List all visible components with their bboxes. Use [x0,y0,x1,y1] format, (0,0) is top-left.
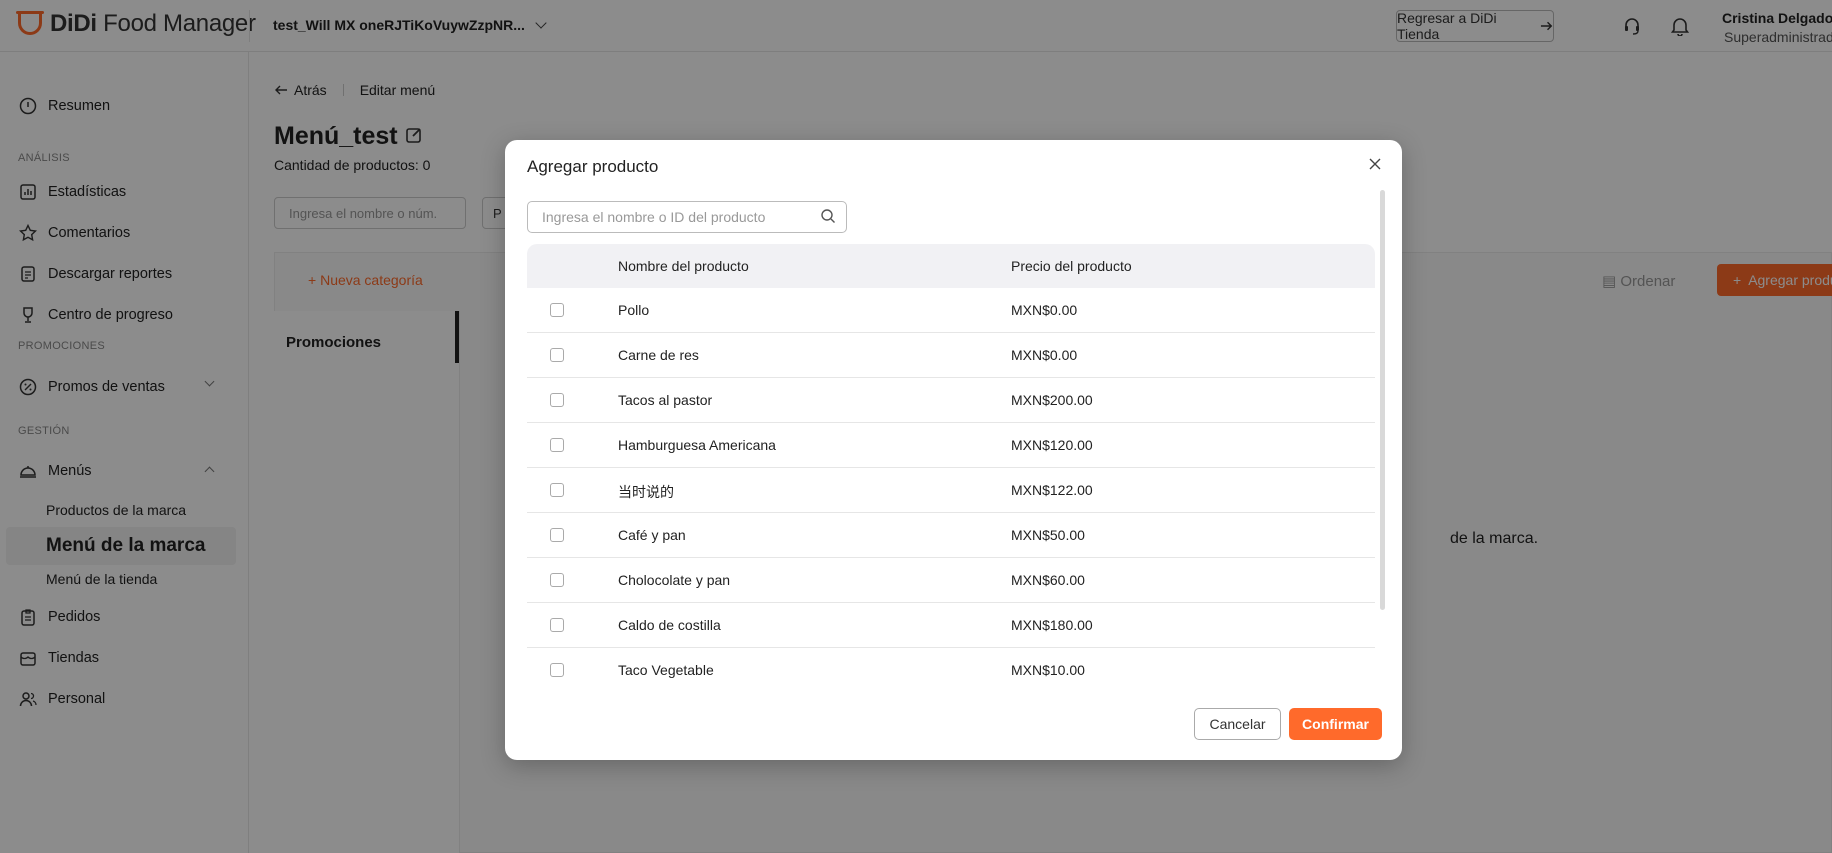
table-row[interactable]: Taco Vegetable MXN$10.00 [527,648,1375,693]
table-row[interactable]: Tacos al pastor MXN$200.00 [527,378,1375,423]
row-checkbox[interactable] [550,348,564,362]
cancel-button[interactable]: Cancelar [1194,708,1281,740]
column-header-name: Nombre del producto [618,258,749,274]
row-checkbox[interactable] [550,618,564,632]
table-row[interactable]: Cholocolate y pan MXN$60.00 [527,558,1375,603]
column-header-price: Precio del producto [1011,258,1132,274]
row-checkbox[interactable] [550,393,564,407]
close-icon[interactable] [1365,154,1385,174]
product-name: Café y pan [618,527,686,543]
table-row[interactable]: Caldo de costilla MXN$180.00 [527,603,1375,648]
product-price: MXN$120.00 [1011,437,1093,453]
product-price: MXN$0.00 [1011,302,1078,318]
add-product-modal: Agregar producto Nombre del producto Pre… [505,140,1402,760]
table-row[interactable]: Café y pan MXN$50.00 [527,513,1375,558]
confirm-button[interactable]: Confirmar [1289,708,1382,740]
row-checkbox[interactable] [550,438,564,452]
modal-scrollbar[interactable] [1380,190,1385,610]
row-checkbox[interactable] [550,573,564,587]
product-name: Pollo [618,302,650,318]
product-name: 当时说的 [618,484,674,500]
row-checkbox[interactable] [550,483,564,497]
table-header: Nombre del producto Precio del producto [527,244,1375,288]
product-search-input[interactable] [527,201,847,233]
table-row[interactable]: Pollo MXN$0.00 [527,288,1375,333]
product-price: MXN$60.00 [1011,572,1085,588]
table-row[interactable]: Hamburguesa Americana MXN$120.00 [527,423,1375,468]
product-name: Cholocolate y pan [618,572,731,588]
search-icon[interactable] [820,208,836,224]
product-name: Taco Vegetable [618,662,714,678]
product-price: MXN$10.00 [1011,662,1085,678]
modal-title: Agregar producto [527,157,659,176]
product-name: Hamburguesa Americana [618,437,776,453]
product-name: Carne de res [618,347,699,363]
product-name: Caldo de costilla [618,617,721,633]
row-checkbox[interactable] [550,303,564,317]
product-price: MXN$180.00 [1011,617,1093,633]
table-row[interactable]: Carne de res MXN$0.00 [527,333,1375,378]
row-checkbox[interactable] [550,663,564,677]
product-price: MXN$200.00 [1011,392,1093,408]
product-name: Tacos al pastor [618,392,713,408]
product-price: MXN$50.00 [1011,527,1085,543]
table-row[interactable]: 当时说的 MXN$122.00 [527,468,1375,513]
product-price: MXN$0.00 [1011,347,1078,363]
product-price: MXN$122.00 [1011,482,1093,498]
row-checkbox[interactable] [550,528,564,542]
